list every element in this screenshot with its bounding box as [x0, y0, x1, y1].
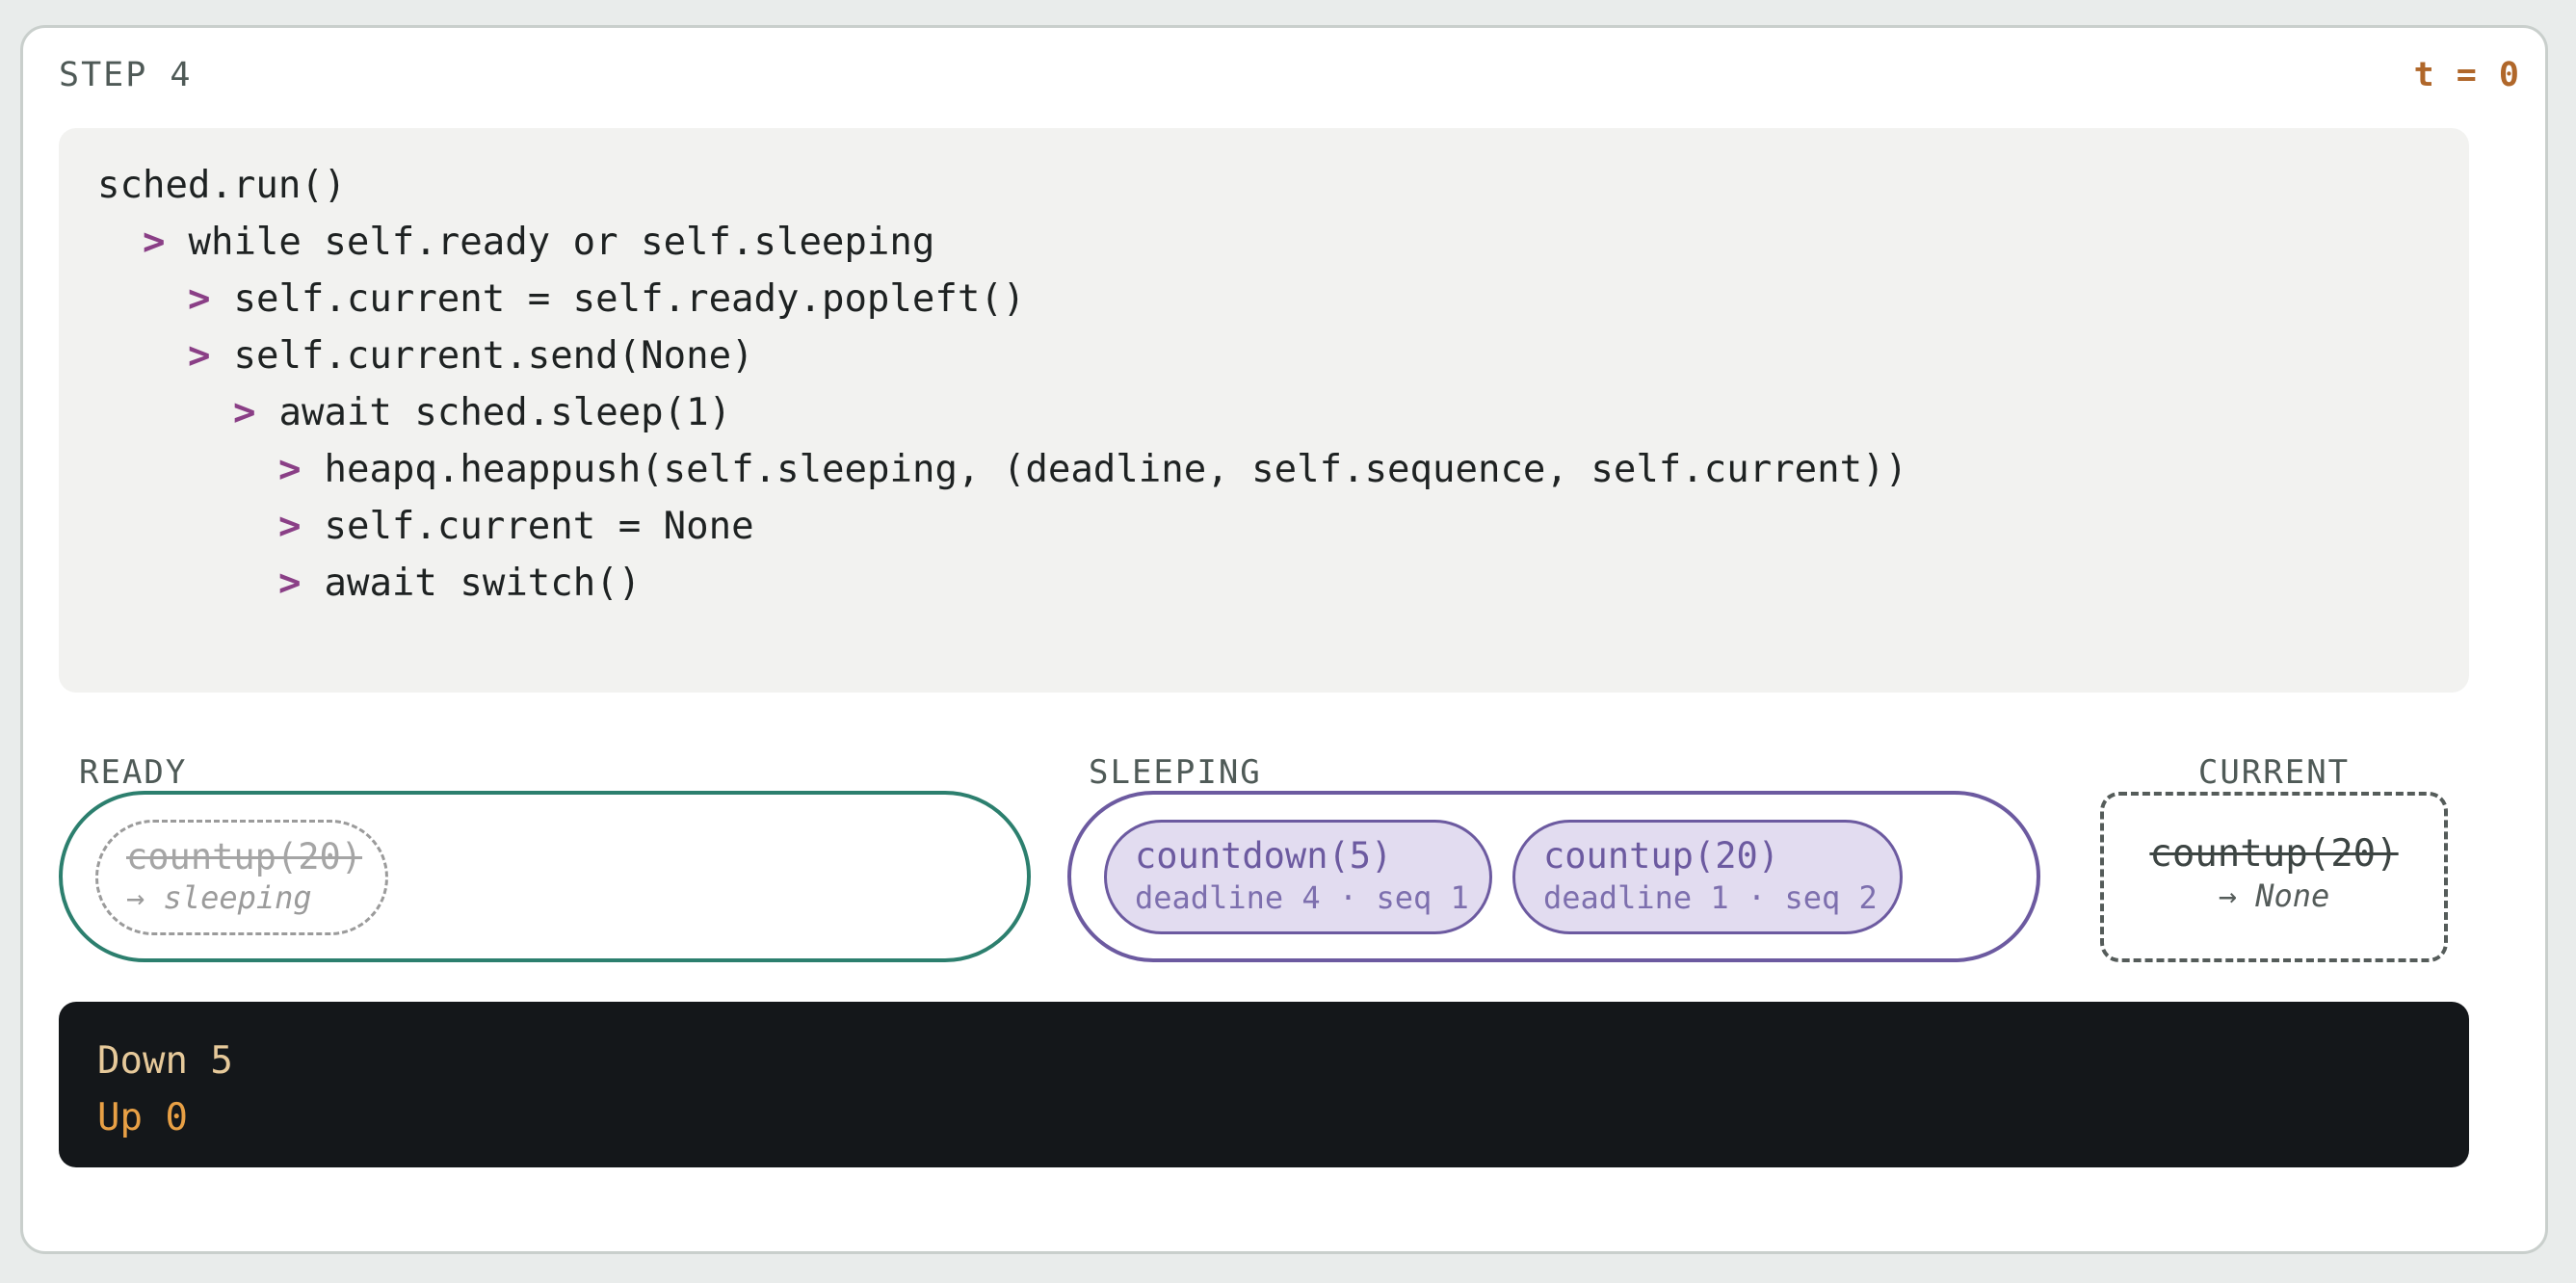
task-name: countup(20) [1543, 835, 1780, 877]
code-line: > while self.ready or self.sleeping [97, 214, 2469, 271]
console-output: Down 5 Up 0 [59, 1002, 2469, 1167]
task-name: countdown(5) [1135, 835, 1393, 877]
code-line: > await switch() [97, 555, 2469, 612]
code-line: > await sched.sleep(1) [97, 384, 2469, 441]
step-arrow-icon: > [278, 505, 302, 548]
code-text: while self.ready or self.sleeping [188, 221, 935, 264]
code-line: > heapq.heappush(self.sleeping, (deadline… [97, 441, 2469, 498]
code-text: self.current = self.ready.popleft() [233, 277, 1026, 321]
current-task-name: countup(20) [2149, 832, 2399, 876]
current-task-slot: countup(20) → None [2100, 792, 2448, 962]
sleeping-heap: countdown(5) deadline 4 · seq 1 countup(… [1067, 791, 2040, 962]
step-arrow-icon: > [233, 391, 256, 434]
code-text: self.current = None [324, 505, 754, 548]
ready-queue: countup(20) → sleeping [59, 791, 1031, 962]
current-task-label: CURRENT [2197, 753, 2351, 792]
step-label: STEP 4 [59, 56, 193, 94]
code-line: sched.run() [97, 157, 2469, 214]
step-arrow-icon: > [278, 448, 302, 491]
current-task-note: → None [2218, 877, 2330, 914]
code-text: await sched.sleep(1) [278, 391, 732, 434]
step-arrow-icon: > [143, 221, 166, 264]
console-line: Up 0 [97, 1096, 188, 1139]
step-arrow-icon: > [188, 334, 211, 378]
task-transition-note: → sleeping [126, 879, 312, 916]
task-name: countup(20) [126, 836, 363, 877]
task-deadline-detail: deadline 4 · seq 1 [1135, 879, 1469, 916]
task-deadline-detail: deadline 1 · seq 2 [1543, 879, 1878, 916]
code-text: heapq.heappush(self.sleeping, (deadline,… [324, 448, 1908, 491]
time-label: t = 0 [2413, 56, 2520, 94]
step-arrow-icon: > [188, 277, 211, 321]
code-text: sched.run() [97, 164, 347, 207]
sleeping-task-pill: countdown(5) deadline 4 · seq 1 [1104, 820, 1492, 934]
sleeping-heap-label: SLEEPING [1089, 753, 1262, 792]
code-text: await switch() [324, 562, 642, 605]
call-stack-code-panel: sched.run() > while self.ready or self.sl… [59, 128, 2469, 693]
step-arrow-icon: > [278, 562, 302, 605]
ready-queue-label: READY [79, 753, 188, 792]
sleeping-task-pill: countup(20) deadline 1 · seq 2 [1512, 820, 1903, 934]
console-line: Down 5 [97, 1039, 233, 1083]
departing-task-pill: countup(20) → sleeping [95, 820, 388, 935]
code-line: > self.current = None [97, 498, 2469, 555]
code-line: > self.current = self.ready.popleft() [97, 271, 2469, 327]
code-text: self.current.send(None) [233, 334, 754, 378]
code-line: > self.current.send(None) [97, 327, 2469, 384]
